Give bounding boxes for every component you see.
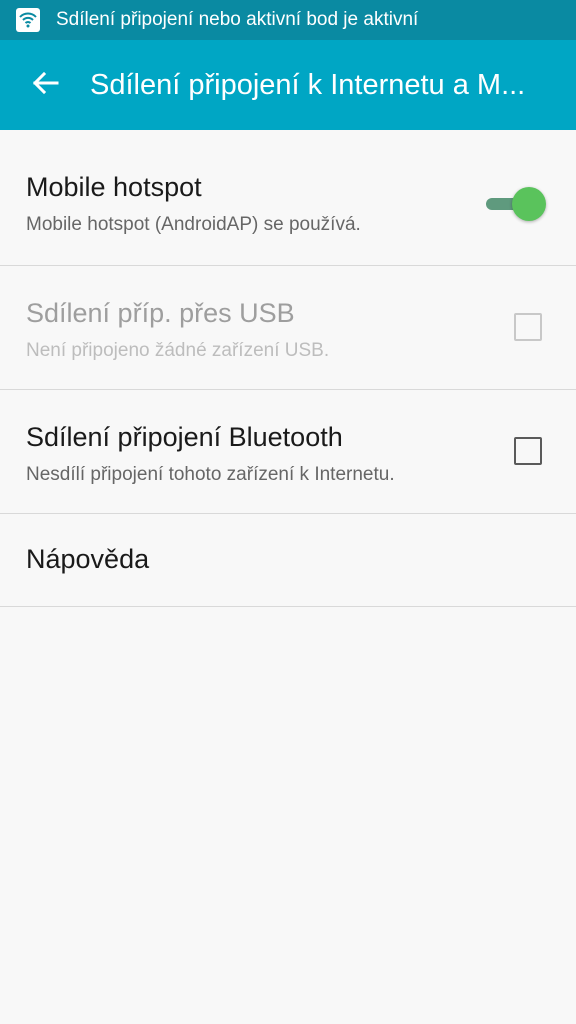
usb-tethering-title: Sdílení příp. přes USB — [26, 298, 295, 328]
wifi-hotspot-icon — [16, 8, 40, 32]
usb-tethering-checkbox — [514, 313, 542, 341]
bluetooth-tethering-subtitle: Nesdílí připojení tohoto zařízení k Inte… — [26, 464, 395, 485]
bluetooth-tethering-checkbox[interactable] — [514, 437, 542, 465]
status-bar: Sdílení připojení nebo aktivní bod je ak… — [0, 0, 576, 40]
usb-tethering-subtitle: Není připojeno žádné zařízení USB. — [26, 340, 330, 361]
usb-tethering-row: Sdílení příp. přes USB Není připojeno žá… — [0, 266, 576, 390]
back-button[interactable] — [0, 40, 90, 130]
app-bar: Sdílení připojení k Internetu a M... — [0, 40, 576, 130]
bluetooth-tethering-title: Sdílení připojení Bluetooth — [26, 422, 343, 452]
arrow-back-icon — [31, 71, 59, 100]
mobile-hotspot-toggle[interactable] — [486, 187, 546, 221]
help-title: Nápověda — [26, 544, 150, 574]
mobile-hotspot-row[interactable]: Mobile hotspot Mobile hotspot (AndroidAP… — [0, 130, 576, 266]
toggle-thumb — [512, 187, 546, 221]
bluetooth-tethering-row[interactable]: Sdílení připojení Bluetooth Nesdílí přip… — [0, 390, 576, 514]
page-title: Sdílení připojení k Internetu a M... — [90, 68, 526, 101]
status-notification-text: Sdílení připojení nebo aktivní bod je ak… — [56, 9, 419, 30]
settings-list: Mobile hotspot Mobile hotspot (AndroidAP… — [0, 130, 576, 607]
mobile-hotspot-title: Mobile hotspot — [26, 172, 202, 202]
help-row[interactable]: Nápověda — [0, 514, 576, 607]
mobile-hotspot-subtitle: Mobile hotspot (AndroidAP) se používá. — [26, 214, 361, 235]
